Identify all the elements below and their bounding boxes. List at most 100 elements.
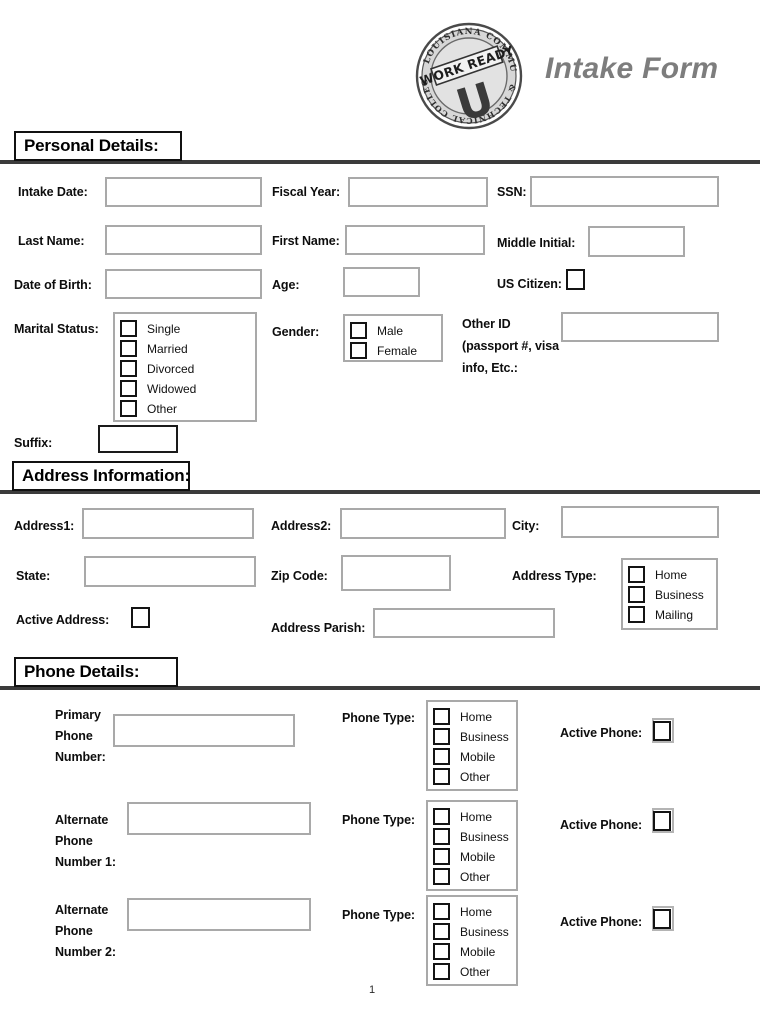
address-type-group: Home Business Mailing <box>621 558 718 630</box>
address-type-option-business[interactable]: Business <box>628 585 716 604</box>
checkbox-icon[interactable] <box>433 768 450 785</box>
phone-type-option-home[interactable]: Home <box>433 807 516 826</box>
zip-code-input[interactable] <box>341 555 451 591</box>
checkbox-icon[interactable] <box>433 808 450 825</box>
primary-phone-number-input[interactable] <box>113 714 295 747</box>
alternate-phone-1-number-input[interactable] <box>127 802 311 835</box>
checkbox-icon[interactable] <box>433 903 450 920</box>
phone-type-option-business[interactable]: Business <box>433 922 516 941</box>
checkbox-icon[interactable] <box>433 963 450 980</box>
option-label: Home <box>655 567 688 582</box>
gender-option-female[interactable]: Female <box>350 341 441 360</box>
marital-status-option-single[interactable]: Single <box>120 319 255 338</box>
checkbox-icon[interactable] <box>653 909 671 929</box>
option-label: Other <box>147 401 178 416</box>
checkbox-icon[interactable] <box>120 360 137 377</box>
address1-input[interactable] <box>82 508 254 539</box>
checkbox-icon[interactable] <box>433 828 450 845</box>
alternate-phone-2-type-group: Home Business Mobile Other <box>426 895 518 986</box>
checkbox-icon[interactable] <box>653 811 671 831</box>
checkbox-icon[interactable] <box>433 848 450 865</box>
intake-date-input[interactable] <box>105 177 262 207</box>
alternate-phone-2-active-checkbox[interactable] <box>652 906 674 931</box>
state-input[interactable] <box>84 556 256 587</box>
checkbox-icon[interactable] <box>433 943 450 960</box>
checkbox-icon[interactable] <box>433 728 450 745</box>
alternate-phone-1-label-line1: Alternate <box>55 813 109 827</box>
marital-status-option-married[interactable]: Married <box>120 339 255 358</box>
middle-initial-input[interactable] <box>588 226 685 257</box>
address-parish-input[interactable] <box>373 608 555 638</box>
alternate-phone-2-number-input[interactable] <box>127 898 311 931</box>
primary-phone-label-line2: Phone <box>55 729 93 743</box>
marital-status-option-widowed[interactable]: Widowed <box>120 379 255 398</box>
phone-type-option-mobile[interactable]: Mobile <box>433 847 516 866</box>
first-name-input[interactable] <box>345 225 485 255</box>
phone-type-option-mobile[interactable]: Mobile <box>433 942 516 961</box>
page-number: 1 <box>369 984 376 996</box>
checkbox-icon[interactable] <box>433 868 450 885</box>
checkbox-icon[interactable] <box>433 923 450 940</box>
option-label: Home <box>460 709 493 724</box>
alternate-phone-1-active-checkbox[interactable] <box>652 808 674 833</box>
marital-status-label: Marital Status: <box>14 322 99 336</box>
phone-type-option-home[interactable]: Home <box>433 902 516 921</box>
checkbox-icon[interactable] <box>653 721 671 741</box>
checkbox-icon[interactable] <box>350 342 367 359</box>
phone-type-option-home[interactable]: Home <box>433 707 516 726</box>
date-of-birth-input[interactable] <box>105 269 262 299</box>
page-title: Intake Form <box>545 52 719 85</box>
option-label: Home <box>460 809 493 824</box>
address-type-option-home[interactable]: Home <box>628 565 716 584</box>
alternate-phone-2-label-line3: Number 2: <box>55 945 116 959</box>
phone-type-option-business[interactable]: Business <box>433 827 516 846</box>
last-name-input[interactable] <box>105 225 262 255</box>
suffix-input[interactable] <box>98 425 178 453</box>
other-id-input[interactable] <box>561 312 719 342</box>
address-type-option-mailing[interactable]: Mailing <box>628 605 716 624</box>
option-label: Other <box>460 769 491 784</box>
primary-active-phone-label: Active Phone: <box>560 726 643 740</box>
checkbox-icon[interactable] <box>120 320 137 337</box>
us-citizen-checkbox[interactable] <box>566 269 585 290</box>
option-label: Mobile <box>460 749 496 764</box>
checkbox-icon[interactable] <box>120 340 137 357</box>
date-of-birth-label: Date of Birth: <box>14 278 92 292</box>
fiscal-year-input[interactable] <box>348 177 488 207</box>
checkbox-icon[interactable] <box>120 380 137 397</box>
section-header-personal-details: Personal Details: <box>14 131 182 161</box>
primary-active-phone-checkbox[interactable] <box>652 718 674 743</box>
marital-status-option-divorced[interactable]: Divorced <box>120 359 255 378</box>
other-id-label-line1: Other ID <box>462 317 511 331</box>
phone-type-option-mobile[interactable]: Mobile <box>433 747 516 766</box>
city-input[interactable] <box>561 506 719 538</box>
gender-label: Gender: <box>272 325 320 339</box>
primary-phone-label-line3: Number: <box>55 750 106 764</box>
age-input[interactable] <box>343 267 420 297</box>
checkbox-icon[interactable] <box>433 748 450 765</box>
checkbox-icon[interactable] <box>628 586 645 603</box>
intake-form-page: LOUISIANA COMMUNITY & TECHNICAL COLLEGE … <box>0 0 770 1024</box>
phone-type-option-other[interactable]: Other <box>433 767 516 786</box>
checkbox-icon[interactable] <box>350 322 367 339</box>
option-label: Widowed <box>147 381 197 396</box>
option-label: Other <box>460 869 491 884</box>
gender-option-male[interactable]: Male <box>350 321 441 340</box>
primary-phone-type-group: Home Business Mobile Other <box>426 700 518 791</box>
ssn-label: SSN: <box>497 185 527 199</box>
checkbox-icon[interactable] <box>433 708 450 725</box>
checkbox-icon[interactable] <box>628 566 645 583</box>
address2-input[interactable] <box>340 508 506 539</box>
checkbox-icon[interactable] <box>120 400 137 417</box>
city-label: City: <box>512 519 540 533</box>
option-label: Male <box>377 323 404 338</box>
phone-type-option-other[interactable]: Other <box>433 962 516 981</box>
phone-type-option-business[interactable]: Business <box>433 727 516 746</box>
phone-type-option-other[interactable]: Other <box>433 867 516 886</box>
active-address-checkbox[interactable] <box>131 607 150 628</box>
alternate-phone-2-active-label: Active Phone: <box>560 915 643 929</box>
ssn-input[interactable] <box>530 176 719 207</box>
suffix-label: Suffix: <box>14 436 53 450</box>
marital-status-option-other[interactable]: Other <box>120 399 255 418</box>
checkbox-icon[interactable] <box>628 606 645 623</box>
